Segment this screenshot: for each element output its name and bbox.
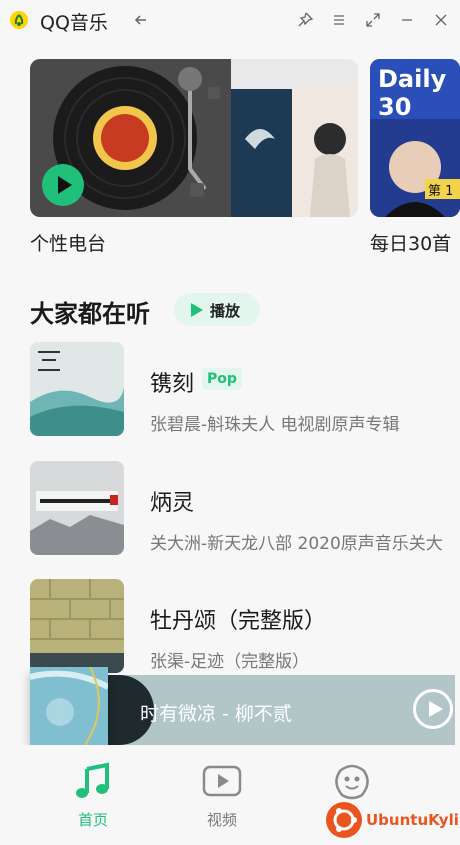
watermark-text: UbuntuKylin — [366, 811, 460, 829]
song-meta: 张碧晨-斛珠夫人 电视剧原声专辑 — [150, 415, 400, 435]
personal-radio-card[interactable] — [30, 59, 358, 217]
fullscreen-icon[interactable] — [363, 10, 383, 30]
qq-music-logo-icon — [10, 11, 28, 29]
now-playing-text: 时有微凉 - 柳不贰 — [140, 703, 292, 725]
ubuntukylin-watermark: UbuntuKylin — [326, 802, 460, 838]
face-icon — [335, 764, 369, 800]
video-play-icon — [202, 765, 242, 797]
minimize-icon[interactable] — [397, 10, 417, 30]
title-bar: QQ音乐 — [0, 0, 460, 40]
song-cover — [30, 461, 124, 555]
menu-icon[interactable] — [329, 10, 349, 30]
nav-video[interactable]: 视频 — [192, 761, 252, 830]
nav-home[interactable]: 首页 — [63, 761, 123, 830]
section-title: 大家都在听 — [30, 300, 150, 328]
song-meta: 张渠-足迹（完整版） — [150, 652, 310, 672]
play-all-button[interactable]: 播放 — [174, 293, 260, 326]
nav-label-home: 首页 — [77, 811, 108, 829]
play-all-label: 播放 — [210, 302, 241, 320]
song-cover — [30, 342, 124, 436]
play-pause-button[interactable] — [413, 689, 453, 729]
pin-icon[interactable] — [295, 10, 315, 30]
song-cover — [30, 579, 124, 673]
mini-player[interactable]: 时有微凉 - 柳不贰 — [30, 667, 455, 745]
song-row[interactable]: 牡丹颂（完整版） 张渠-足迹（完整版） — [30, 579, 460, 673]
banner-label-radio: 个性电台 — [30, 233, 107, 255]
song-title: 镌刻 — [150, 372, 195, 397]
nav-label-video: 视频 — [206, 811, 237, 829]
daily-30-card[interactable]: Daily 30 第 1 — [370, 59, 460, 217]
close-icon[interactable] — [431, 10, 451, 30]
app-title: QQ音乐 — [40, 12, 108, 34]
genre-tag: Pop — [202, 368, 242, 390]
song-meta: 关大洲-新天龙八部 2020原声音乐关大 — [150, 534, 443, 554]
music-note-icon — [76, 762, 109, 798]
daily-30-cover-text: Daily 30 — [378, 65, 447, 121]
now-playing-cover[interactable] — [30, 667, 108, 745]
back-arrow-icon[interactable] — [131, 10, 151, 30]
play-icon — [191, 303, 203, 317]
song-row[interactable]: 镌刻 Pop 张碧晨-斛珠夫人 电视剧原声专辑 — [30, 342, 460, 436]
radio-play-button[interactable] — [42, 164, 84, 206]
song-title: 炳灵 — [150, 491, 195, 516]
song-title: 牡丹颂（完整版） — [150, 609, 327, 634]
song-row[interactable]: 炳灵 关大洲-新天龙八部 2020原声音乐关大 — [30, 461, 460, 555]
banner-label-daily: 每日30首 — [370, 233, 452, 255]
daily-30-badge: 第 1 — [428, 184, 454, 199]
ubuntukylin-logo-icon — [326, 802, 362, 838]
